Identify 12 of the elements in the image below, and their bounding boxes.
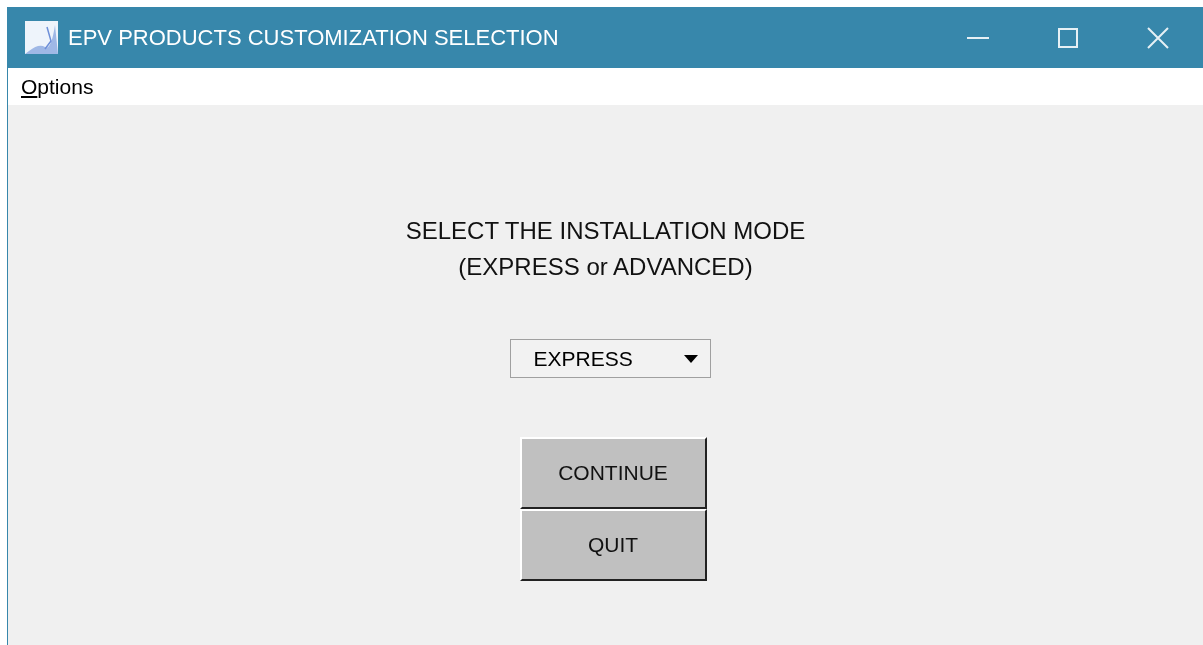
- heading-text: (EXPRESS or ADVANCED): [458, 252, 753, 282]
- app-icon: [25, 21, 58, 54]
- minimize-icon: [967, 36, 989, 39]
- action-button[interactable]: QUIT: [519, 509, 707, 581]
- close-icon: [1147, 26, 1169, 49]
- menu-item[interactable]: Options: [21, 70, 94, 103]
- heading-text: SELECT THE INSTALLATION MODE: [405, 216, 806, 246]
- maximize-icon: [1058, 27, 1078, 48]
- caret-icon: [683, 354, 698, 363]
- mode-dropdown[interactable]: EXPRESS: [509, 339, 711, 378]
- action-button[interactable]: CONTINUE: [519, 437, 707, 509]
- window-title: EPV PRODUCTS CUSTOMIZATION SELECTION: [68, 24, 559, 52]
